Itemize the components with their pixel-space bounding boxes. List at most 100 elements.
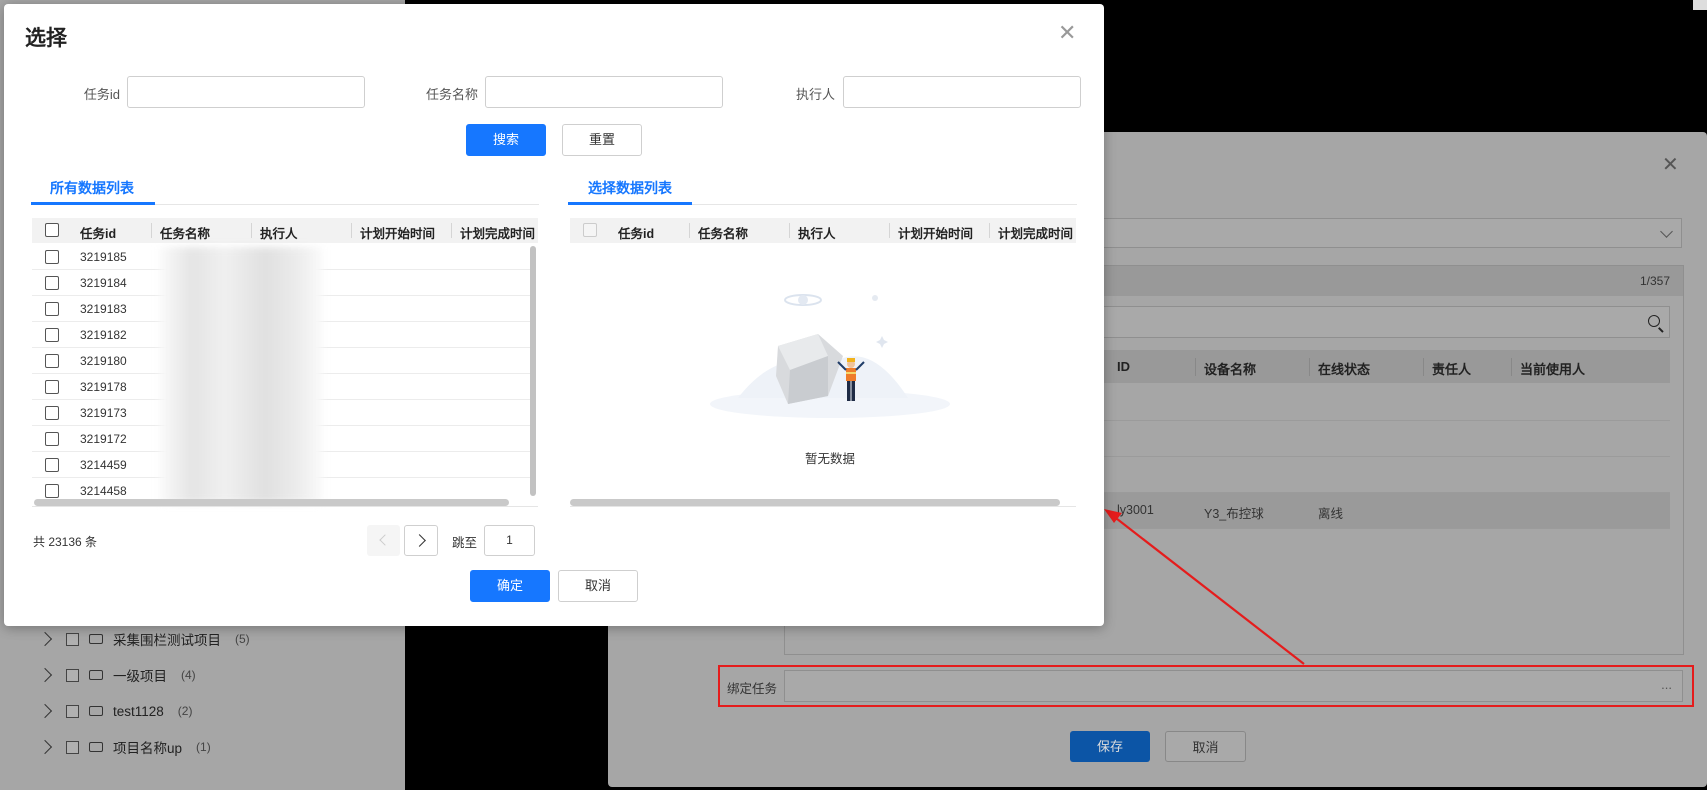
executor-input[interactable] — [843, 76, 1081, 108]
device-select[interactable] — [1102, 218, 1682, 248]
column-divider — [1195, 358, 1196, 376]
row-checkbox[interactable] — [45, 250, 59, 264]
confirm-button[interactable]: 确定 — [470, 570, 550, 602]
jump-page-input[interactable]: 1 — [484, 525, 535, 556]
row-checkbox[interactable] — [45, 380, 59, 394]
folder-icon — [89, 670, 103, 680]
tree-checkbox[interactable] — [66, 704, 79, 718]
selected-data-table-header: 任务id 任务名称 执行人 计划开始时间 计划完成时间 — [570, 218, 1076, 243]
tree-item-label: 一级项目 — [113, 669, 167, 684]
close-icon[interactable]: ✕ — [1058, 20, 1076, 46]
tree-checkbox[interactable] — [66, 740, 79, 754]
prev-page-button[interactable] — [367, 525, 400, 556]
modal-title: 选择 — [25, 27, 67, 50]
next-page-button[interactable] — [404, 525, 438, 556]
task-id-cell: 3219173 — [80, 406, 127, 420]
column-divider — [251, 223, 252, 238]
row-checkbox[interactable] — [45, 484, 59, 498]
column-header: 计划完成时间 — [460, 227, 536, 241]
search-icon[interactable] — [1648, 315, 1660, 327]
table-row[interactable] — [1102, 385, 1670, 421]
task-id-cell: 3214458 — [80, 484, 127, 498]
chevron-right-icon[interactable] — [37, 631, 53, 647]
tab-selected-data[interactable]: 选择数据列表 — [588, 178, 672, 198]
column-header: 任务名称 — [698, 227, 749, 241]
column-header: 设备名称 — [1204, 362, 1257, 377]
folder-icon — [89, 634, 103, 644]
task-id-cell: 3214459 — [80, 458, 127, 472]
chevron-right-icon[interactable] — [37, 739, 53, 755]
cancel-button[interactable]: 取消 — [1165, 731, 1246, 762]
vertical-scrollbar[interactable] — [530, 246, 536, 496]
tree-item-0[interactable]: 采集围栏测试项目 (5) — [37, 628, 250, 650]
column-header: 在线状态 — [1318, 362, 1371, 377]
horizontal-scrollbar[interactable] — [570, 499, 1060, 506]
chevron-right-icon[interactable] — [37, 667, 53, 683]
column-header: 责任人 — [1432, 362, 1472, 377]
table-row[interactable] — [1102, 421, 1670, 457]
task-name-input[interactable] — [485, 76, 723, 108]
column-divider — [689, 223, 690, 238]
column-header: 任务id — [618, 227, 655, 241]
horizontal-scrollbar[interactable] — [34, 499, 509, 506]
total-count: 共 23136 条 — [33, 535, 98, 549]
chevron-down-icon — [1660, 225, 1673, 238]
table-row[interactable] — [1102, 457, 1670, 493]
tree-item-2[interactable]: test1128 (2) — [37, 700, 193, 722]
column-divider — [351, 223, 352, 238]
row-checkbox[interactable] — [45, 328, 59, 342]
column-header: ID — [1117, 359, 1130, 374]
tree-item-count: (2) — [177, 704, 193, 718]
tree-item-3[interactable]: 项目名称up (1) — [37, 736, 211, 758]
column-divider — [451, 223, 452, 238]
tree-item-count: (1) — [196, 740, 211, 754]
column-divider — [1423, 358, 1424, 376]
tab-active-indicator — [568, 202, 692, 205]
tree-checkbox[interactable] — [66, 668, 79, 682]
select-all-checkbox[interactable] — [45, 223, 59, 237]
row-checkbox[interactable] — [45, 276, 59, 290]
close-icon[interactable]: ✕ — [1662, 152, 1679, 177]
task-id-input[interactable] — [127, 76, 365, 108]
cancel-button[interactable]: 取消 — [558, 570, 638, 602]
table-row[interactable]: ly3001 Y3_布控球 离线 — [1102, 493, 1670, 529]
task-id-cell: 3219184 — [80, 276, 127, 290]
column-divider — [989, 223, 990, 238]
empty-illustration — [710, 294, 950, 418]
chevron-right-icon[interactable] — [37, 703, 53, 719]
row-checkbox[interactable] — [45, 458, 59, 472]
scroll-track — [32, 506, 538, 507]
tree-item-label: 项目名称up — [113, 741, 183, 756]
empty-state-text: 暂无数据 — [805, 452, 856, 466]
task-id-cell: 3219183 — [80, 302, 127, 316]
task-name-label: 任务名称 — [425, 87, 478, 102]
column-header: 计划开始时间 — [898, 227, 974, 241]
column-header: 计划开始时间 — [360, 227, 436, 241]
redacted-cells — [160, 247, 322, 503]
device-search-input[interactable] — [1102, 306, 1670, 338]
column-header: 计划完成时间 — [998, 227, 1074, 241]
device-pager: 1/357 — [1640, 274, 1671, 288]
row-checkbox[interactable] — [45, 354, 59, 368]
tree-checkbox[interactable] — [66, 632, 79, 646]
tab-all-data[interactable]: 所有数据列表 — [50, 178, 134, 198]
device-panel-header — [1102, 266, 1683, 296]
tree-item-1[interactable]: 一级项目 (4) — [37, 664, 196, 686]
row-checkbox[interactable] — [45, 406, 59, 420]
executor-label: 执行人 — [795, 87, 835, 102]
row-checkbox[interactable] — [45, 432, 59, 446]
column-header: 执行人 — [798, 227, 836, 241]
scroll-track — [570, 506, 1076, 507]
task-id-label: 任务id — [83, 87, 120, 102]
search-button[interactable]: 搜索 — [466, 124, 546, 156]
save-button[interactable]: 保存 — [1070, 731, 1150, 762]
task-id-cell: 3219172 — [80, 432, 127, 446]
row-checkbox[interactable] — [45, 302, 59, 316]
select-all-checkbox[interactable] — [583, 223, 597, 237]
device-status: 离线 — [1318, 507, 1344, 521]
reset-button[interactable]: 重置 — [562, 124, 642, 156]
column-divider — [889, 223, 890, 238]
tree-item-label: test1128 — [113, 703, 164, 719]
task-id-cell: 3219182 — [80, 328, 127, 342]
task-id-cell: 3219178 — [80, 380, 127, 394]
